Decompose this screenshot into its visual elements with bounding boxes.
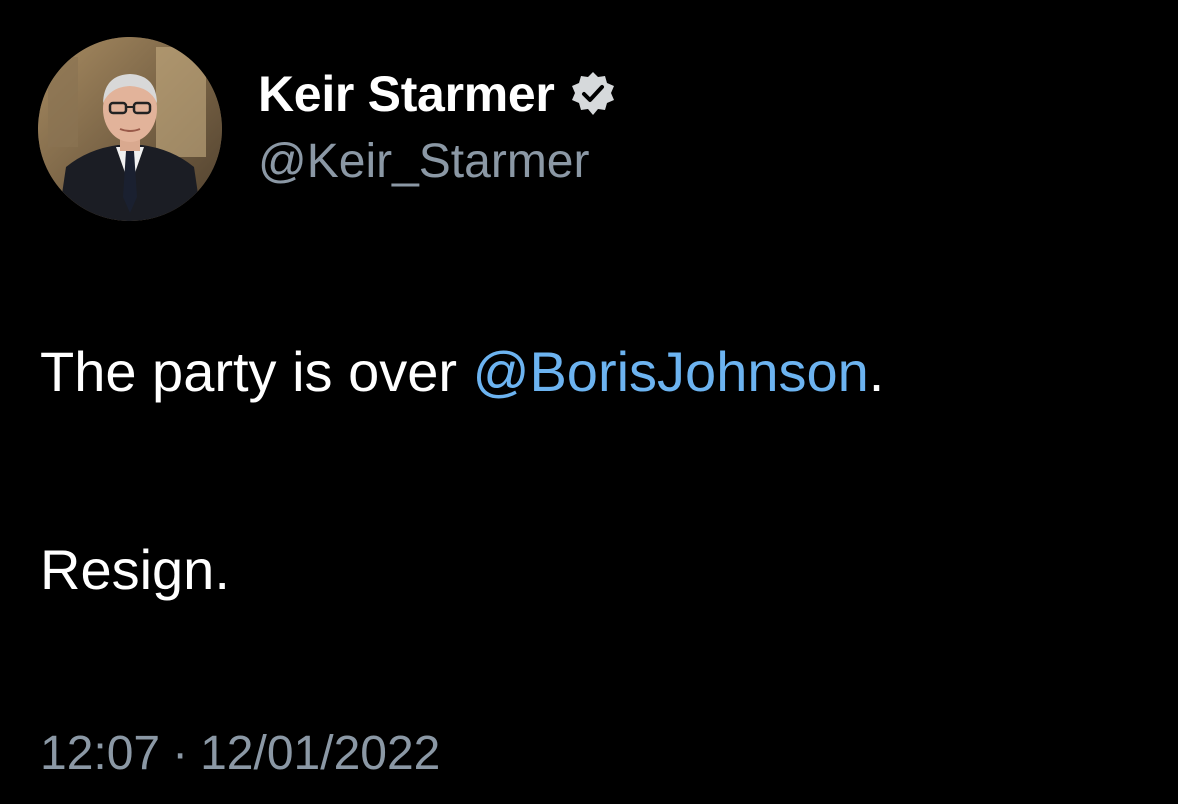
display-name[interactable]: Keir Starmer: [258, 65, 555, 123]
tweet-timestamp[interactable]: 12:07 · 12/01/2022: [40, 726, 440, 781]
tweet-text-suffix: .: [868, 340, 885, 403]
tweet-card: Keir Starmer @Keir_Starmer The party is …: [0, 0, 1178, 804]
author-name-row: Keir Starmer: [258, 56, 617, 132]
mention-link[interactable]: @BorisJohnson: [473, 340, 869, 403]
tweet-date: 12/01/2022: [200, 727, 441, 780]
verified-badge-icon: [569, 70, 617, 118]
tweet-text-line-1: The party is over @BorisJohnson.: [40, 330, 884, 414]
tweet-text-prefix: The party is over: [40, 340, 473, 403]
tweet-text-line-2: Resign.: [40, 538, 230, 601]
avatar-photo: [38, 37, 222, 221]
avatar[interactable]: [38, 37, 222, 221]
timestamp-separator: ·: [172, 727, 189, 780]
user-handle[interactable]: @Keir_Starmer: [258, 134, 589, 189]
tweet-time: 12:07: [40, 727, 161, 780]
